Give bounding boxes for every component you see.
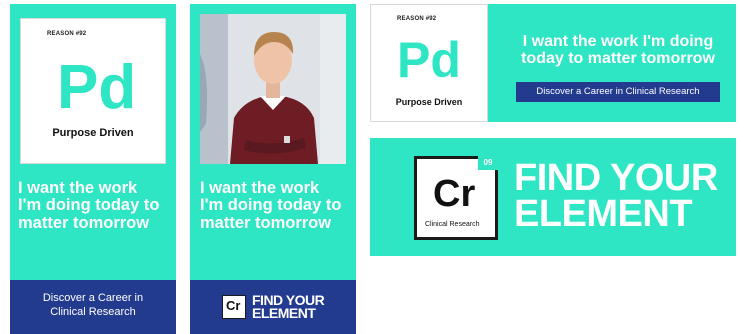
photo-vertical-banner[interactable]: I want the work I'm doing today to matte… <box>190 4 356 334</box>
headline: I want the work I'm doing today to matte… <box>200 179 342 232</box>
reason-label: REASON #92 <box>47 31 87 37</box>
discover-career-button[interactable]: Discover a Career in Clinical Research <box>516 82 720 102</box>
tagline-line: ELEMENT <box>514 193 693 236</box>
find-your-element-footer[interactable]: Cr FIND YOUR ELEMENT <box>190 280 356 334</box>
cta-footer[interactable]: Discover a Career in Clinical Research <box>10 280 176 334</box>
tagline: FIND YOUR ELEMENT <box>514 157 718 236</box>
element-symbol: Cr <box>433 173 476 215</box>
element-symbol: Pd <box>57 53 137 122</box>
headline-line: I'm doing today to <box>18 196 160 215</box>
clinical-research-element-tile: 09 Cr Clinical Research <box>414 156 498 240</box>
element-name: Purpose Driven <box>395 97 463 107</box>
element-name: Clinical Research <box>425 221 480 228</box>
purpose-driven-element-tile: REASON #92 Pd Purpose Driven <box>370 4 488 122</box>
tagline-line: ELEMENT <box>252 305 316 322</box>
reason-label: REASON #92 <box>397 16 437 22</box>
headline-line: I want the work <box>200 179 320 197</box>
headline-line: today to matter tomorrow <box>521 49 715 67</box>
element-name: Purpose Driven <box>52 127 134 139</box>
tagline-line: FIND YOUR <box>514 157 718 199</box>
portrait-illustration <box>200 14 346 164</box>
element-symbol: Pd <box>397 32 461 88</box>
cta-line: Discover a Career in <box>42 292 144 304</box>
headline-line: I'm doing today to <box>200 196 342 215</box>
headline-line: I want the work <box>18 179 138 197</box>
purpose-driven-element-tile: REASON #92 Pd Purpose Driven <box>20 18 166 164</box>
headline: I want the work I'm doing today to matte… <box>18 179 160 232</box>
purpose-driven-horizontal-banner[interactable]: REASON #92 Pd Purpose Driven I want the … <box>370 4 736 122</box>
tagline: FIND YOUR ELEMENT <box>252 293 325 322</box>
purpose-driven-vertical-banner[interactable]: REASON #92 Pd Purpose Driven I want the … <box>10 4 176 334</box>
headline-line: matter tomorrow <box>18 213 150 232</box>
cta-line: Clinical Research <box>50 306 136 318</box>
headline-line: matter tomorrow <box>200 213 332 232</box>
element-symbol: Cr <box>226 298 241 313</box>
element-number-badge: 09 <box>478 156 498 170</box>
find-your-element-horizontal-banner[interactable]: 09 Cr Clinical Research FIND YOUR ELEMEN… <box>370 138 736 256</box>
headline: I want the work I'm doing today to matte… <box>508 33 728 68</box>
man-portrait-photo <box>200 14 346 164</box>
headline-line: I want the work I'm doing <box>522 33 714 50</box>
clinical-research-mini-tile: Cr <box>222 295 246 319</box>
